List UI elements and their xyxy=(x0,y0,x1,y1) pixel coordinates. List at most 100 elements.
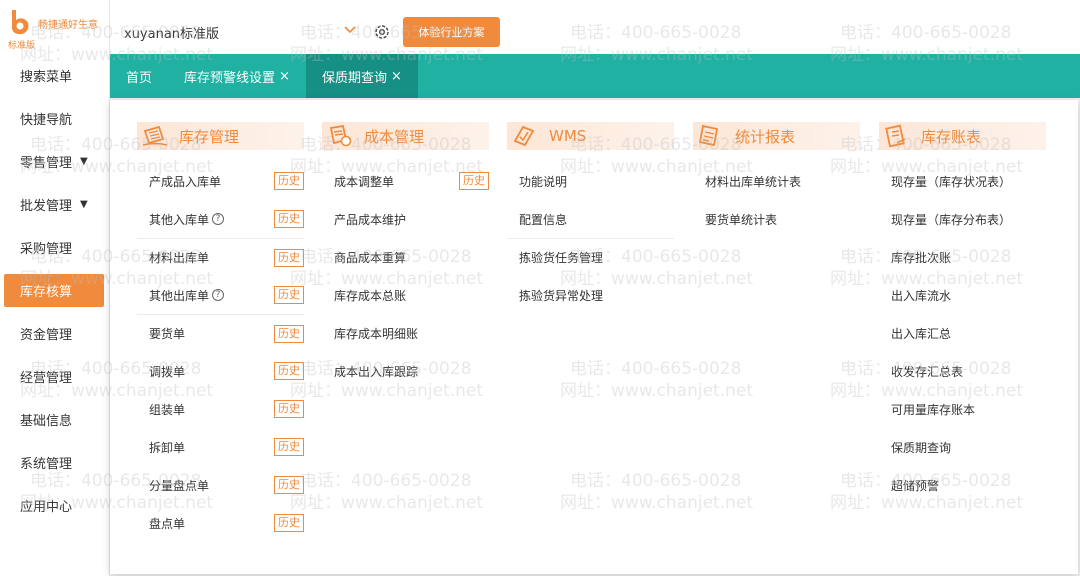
menu-item[interactable]: 调拨单 历史 xyxy=(137,352,304,390)
logo[interactable]: 畅捷通好生意 标准版 xyxy=(6,8,106,51)
side-menu: 搜索菜单快捷导航零售管理 ▼ 批发管理 ▼ 采购管理库存核算资金管理经营管理 基础信息 系统… xyxy=(0,54,110,527)
menu-item-label: 收发存汇总表 xyxy=(891,364,964,379)
menu-item[interactable]: 库存成本明细账 xyxy=(322,314,489,352)
menu-item-label: 产成品入库单 xyxy=(149,174,222,189)
menu-item[interactable]: 功能说明 xyxy=(507,162,674,200)
gear-icon[interactable] xyxy=(373,23,391,41)
sidebar-item[interactable]: 应用中心 xyxy=(0,484,110,527)
sidebar-item-label: 资金管理 xyxy=(20,328,73,343)
menu-item-label: 成本调整单 xyxy=(334,174,395,189)
sidebar-item[interactable]: 快捷导航 xyxy=(0,97,110,140)
menu-item[interactable]: 盘点单 历史 xyxy=(137,504,304,542)
close-icon[interactable]: × xyxy=(279,69,290,84)
sidebar-item[interactable]: 库存核算 xyxy=(4,274,104,307)
menu-item[interactable]: 拣验货异常处理 xyxy=(507,276,674,314)
history-button[interactable]: 历史 xyxy=(274,438,304,456)
report-icon xyxy=(698,124,719,147)
menu-item[interactable]: 出入库汇总 xyxy=(879,314,1046,352)
menu-item-label: 配置信息 xyxy=(519,212,568,227)
tab[interactable]: 库存预警线设置 × xyxy=(168,54,306,98)
history-button[interactable]: 历史 xyxy=(274,325,304,343)
help-icon[interactable]: ? xyxy=(212,289,225,301)
menu-item-label: 现存量（库存状况表） xyxy=(891,174,1012,189)
logo-icon xyxy=(12,10,29,35)
menu-item[interactable]: 其他出库单? 历史 xyxy=(137,276,304,314)
menu-item-list: 产成品入库单 历史 其他入库单? 历史 材料出库单 历史 其他出库单? 历史 要货单 历史 调拨单历… xyxy=(137,162,304,542)
menu-item-label: 组装单 xyxy=(149,402,186,417)
menu-item[interactable]: 配置信息 xyxy=(507,200,674,238)
sidebar-item-label: 快捷导航 xyxy=(20,113,73,128)
menu-column-header: 库存账表 xyxy=(879,122,1046,150)
sidebar-item[interactable]: 搜索菜单 xyxy=(0,54,110,97)
menu-column-title: 成本管理 xyxy=(364,127,425,146)
menu-item-label: 材料出库单统计表 xyxy=(705,174,802,189)
menu-item[interactable]: 出入库流水 xyxy=(879,276,1046,314)
menu-item[interactable]: 现存量（库存分布表） xyxy=(879,200,1046,238)
menu-item[interactable]: 组装单 历史 xyxy=(137,390,304,428)
sidebar-item[interactable]: 系统管理 xyxy=(0,441,110,484)
menu-column-title: 统计报表 xyxy=(735,127,796,146)
menu-item[interactable]: 库存成本总账 xyxy=(322,276,489,314)
history-button[interactable]: 历史 xyxy=(274,514,304,532)
menu-item[interactable]: 分量盘点单 历史 xyxy=(137,466,304,504)
tab-label: 首页 xyxy=(126,70,153,86)
menu-item[interactable]: 保质期查询 xyxy=(879,428,1046,466)
menu-item[interactable]: 材料出库单统计表 xyxy=(693,162,860,200)
sidebar-item[interactable]: 采购管理 xyxy=(0,226,110,269)
history-button[interactable]: 历史 xyxy=(274,172,304,190)
menu-item[interactable]: 材料出库单 历史 xyxy=(137,238,304,276)
menu-item-label: 分量盘点单 xyxy=(149,478,210,493)
tab[interactable]: 保质期查询 × xyxy=(305,54,418,98)
menu-item[interactable]: 其他入库单? 历史 xyxy=(137,200,304,238)
history-button[interactable]: 历史 xyxy=(274,476,304,494)
menu-item-label: 功能说明 xyxy=(519,174,568,189)
menu-item[interactable]: 超储预警 xyxy=(879,466,1046,504)
history-button[interactable]: 历史 xyxy=(274,400,304,418)
sidebar-item-label: 采购管理 xyxy=(20,242,73,257)
menu-column: WMS 功能说明配置信息拣验货任务管理 拣验货异常处理 xyxy=(507,122,674,314)
sidebar-item[interactable]: 资金管理 xyxy=(0,312,110,355)
history-button[interactable]: 历史 xyxy=(274,210,304,228)
history-button[interactable]: 历史 xyxy=(274,286,304,304)
sidebar: 畅捷通好生意 标准版 搜索菜单快捷导航零售管理 ▼ 批发管理 ▼ 采购管理库存核算资金管… xyxy=(0,0,110,576)
account-name[interactable]: xuyanan标准版 xyxy=(124,23,219,42)
history-button[interactable]: 历史 xyxy=(274,362,304,380)
menu-item-label: 出入库流水 xyxy=(891,288,952,303)
menu-item-label: 成本出入库跟踪 xyxy=(334,364,419,379)
menu-item[interactable]: 拣验货任务管理 xyxy=(507,238,674,276)
sidebar-item[interactable]: 基础信息 xyxy=(0,398,110,441)
menu-item-label: 现存量（库存分布表） xyxy=(891,212,1012,227)
menu-item[interactable]: 现存量（库存状况表） xyxy=(879,162,1046,200)
menu-item[interactable]: 库存批次账 xyxy=(879,238,1046,276)
menu-item[interactable]: 产成品入库单 历史 xyxy=(137,162,304,200)
menu-item-label: 材料出库单 xyxy=(149,251,210,265)
menu-item[interactable]: 要货单 历史 xyxy=(137,314,304,352)
chevron-down-icon[interactable] xyxy=(342,22,358,38)
menu-item-label: 产品成本维护 xyxy=(334,212,407,227)
history-button[interactable]: 历史 xyxy=(459,172,489,190)
sidebar-item[interactable]: 零售管理 ▼ xyxy=(0,140,110,183)
sidebar-item-label: 应用中心 xyxy=(20,500,73,515)
menu-item[interactable]: 收发存汇总表 xyxy=(879,352,1046,390)
history-button[interactable]: 历史 xyxy=(274,249,304,267)
caret-down-icon: ▼ xyxy=(80,199,88,210)
menu-item[interactable]: 要货单统计表 xyxy=(693,200,860,238)
menu-column-header: WMS xyxy=(507,122,674,150)
logo-text: 畅捷通好生意 xyxy=(38,20,98,31)
tab-label: 保质期查询 xyxy=(321,70,387,86)
menu-item[interactable]: 成本调整单 历史 xyxy=(322,162,489,200)
close-icon[interactable]: × xyxy=(391,69,402,84)
menu-item-label: 出入库汇总 xyxy=(891,326,952,341)
help-icon[interactable]: ? xyxy=(212,213,225,225)
menu-item[interactable]: 成本出入库跟踪 xyxy=(322,352,489,390)
menu-item[interactable]: 可用量库存账本 xyxy=(879,390,1046,428)
menu-item[interactable]: 产品成本维护 xyxy=(322,200,489,238)
tab[interactable]: 首页 xyxy=(110,54,168,98)
menu-item[interactable]: 商品成本重算 xyxy=(322,238,489,276)
trial-industry-button[interactable]: 体验行业方案 xyxy=(403,17,500,47)
sidebar-item[interactable]: 经营管理 xyxy=(0,355,110,398)
sidebar-item[interactable]: 批发管理 ▼ xyxy=(0,183,110,226)
menu-column-title: 库存管理 xyxy=(179,127,240,146)
menu-item[interactable]: 拆卸单 历史 xyxy=(137,428,304,466)
menu-item-label: 超储预警 xyxy=(891,478,940,493)
